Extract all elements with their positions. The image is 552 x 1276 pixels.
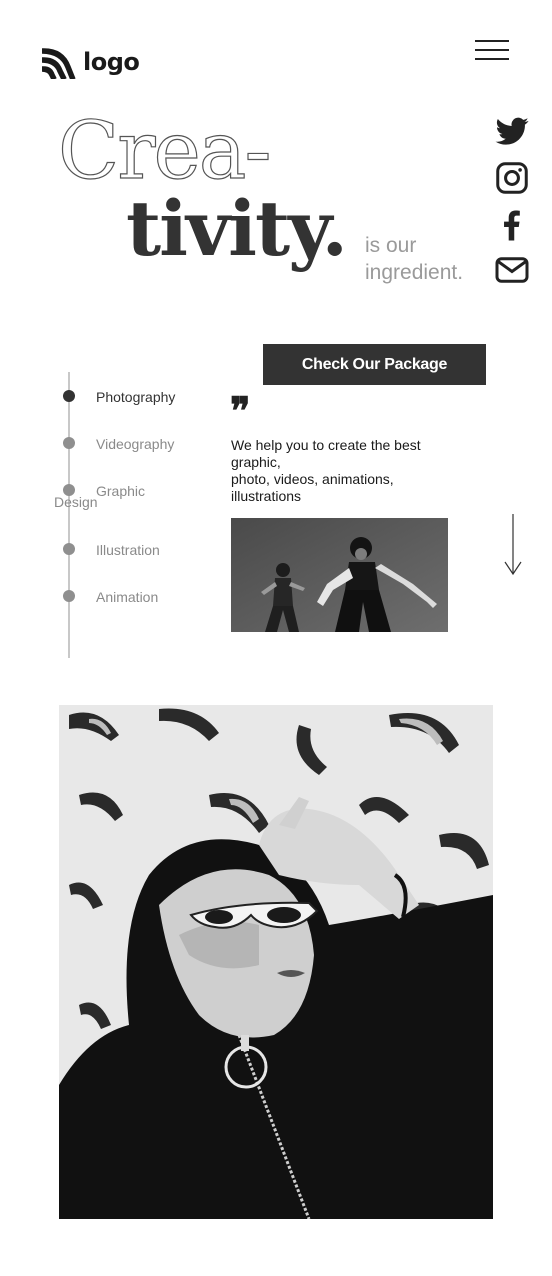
facebook-icon[interactable] [494, 206, 530, 242]
hero-word-part1: Crea- [57, 104, 272, 197]
quote-line: illustrations [231, 488, 302, 504]
quote-mark-icon: ❞ [230, 388, 251, 433]
portrait-photo [59, 705, 493, 1219]
hero-word-part2: tivity. [126, 184, 348, 273]
hamburger-menu-icon[interactable] [475, 40, 509, 64]
quote-line: graphic, [231, 454, 281, 470]
timeline-line [68, 372, 70, 658]
tagline-line1: is our [365, 234, 417, 257]
timeline-dot-videography [63, 437, 75, 449]
twitter-icon[interactable] [494, 114, 530, 150]
service-item-graphic-design[interactable]: Graphic [96, 483, 145, 499]
logo-text: logo [83, 48, 140, 76]
timeline-dot-illustration [63, 543, 75, 555]
timeline-dot-animation [63, 590, 75, 602]
quote-line: We help you to create the best [231, 437, 421, 453]
service-item-videography[interactable]: Videography [96, 436, 174, 452]
instagram-icon[interactable] [494, 160, 530, 196]
arrow-down-icon[interactable] [502, 514, 524, 576]
dancers-photo [231, 518, 448, 632]
quote-line: photo, videos, animations, [231, 471, 394, 487]
mail-icon[interactable] [494, 252, 530, 288]
logo[interactable]: logo [42, 44, 142, 80]
check-package-button[interactable]: Check Our Package [263, 344, 486, 385]
service-item-animation[interactable]: Animation [96, 589, 158, 605]
timeline-dot-photography [63, 390, 75, 402]
service-item-illustration[interactable]: Illustration [96, 542, 160, 558]
tagline-line2: ingredient. [365, 261, 464, 284]
service-item-graphic-design-line2[interactable]: Design [54, 494, 98, 510]
service-item-photography[interactable]: Photography [96, 389, 175, 405]
quote-text: We help you to create the best graphic, … [231, 437, 451, 505]
signal-wave-icon [42, 48, 76, 79]
